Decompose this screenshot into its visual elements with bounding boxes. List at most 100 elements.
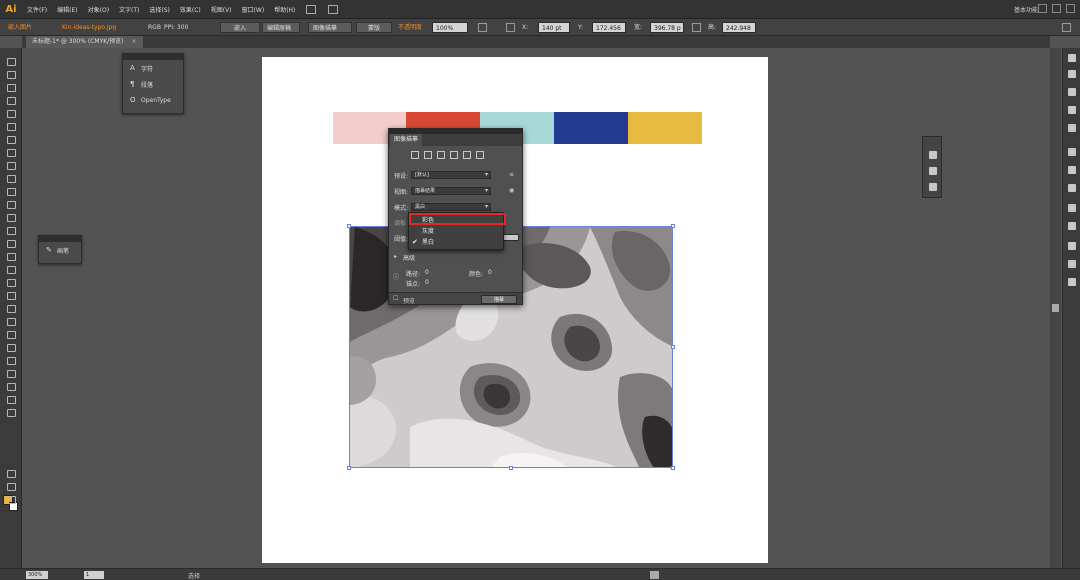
resize-handle-br[interactable]	[671, 466, 675, 470]
swatches-icon[interactable]	[1068, 88, 1076, 96]
zoom-tool-icon[interactable]	[5, 407, 17, 417]
embed-button[interactable]: 嵌入	[220, 22, 260, 33]
reference-point-icon[interactable]	[506, 23, 515, 32]
align-panel-icon[interactable]	[929, 151, 937, 159]
free-transform-tool-icon[interactable]	[5, 251, 17, 261]
artboards-icon[interactable]	[1068, 260, 1076, 268]
mask-button[interactable]: 蒙版	[356, 22, 392, 33]
brush-panel-row[interactable]: ✎ 画笔	[39, 242, 81, 258]
high-color-icon[interactable]	[424, 151, 432, 159]
rectangle-tool-icon[interactable]	[5, 147, 17, 157]
line-tool-icon[interactable]	[5, 134, 17, 144]
vertical-scrollbar[interactable]	[1050, 48, 1061, 568]
y-field[interactable]: 172.456	[592, 22, 626, 33]
document-tab[interactable]: 未标题-1* @ 300% (CMYK/预览) ×	[26, 36, 143, 48]
symbols-icon[interactable]	[1068, 124, 1076, 132]
preset-menu-icon[interactable]: ≡	[509, 171, 514, 178]
selection-tool-icon[interactable]	[5, 56, 17, 66]
menu-file[interactable]: 文件(F)	[22, 5, 52, 14]
mesh-tool-icon[interactable]	[5, 290, 17, 300]
transform-icon[interactable]	[929, 183, 937, 191]
perspective-grid-tool-icon[interactable]	[5, 277, 17, 287]
pen-tool-icon[interactable]	[5, 108, 17, 118]
resize-handle-rm[interactable]	[671, 345, 675, 349]
screen-mode-icon[interactable]	[5, 494, 17, 504]
scrollbar-thumb[interactable]	[1052, 304, 1059, 312]
symbol-sprayer-tool-icon[interactable]	[5, 342, 17, 352]
shape-builder-tool-icon[interactable]	[5, 264, 17, 274]
artboard-number-field[interactable]: 1	[84, 571, 104, 579]
auto-color-icon[interactable]	[411, 151, 419, 159]
horizontal-scrollbar-thumb[interactable]	[650, 571, 659, 579]
preset-select[interactable]: [默认]	[411, 171, 491, 179]
artboard-tool-icon[interactable]	[5, 368, 17, 378]
scale-tool-icon[interactable]	[5, 225, 17, 235]
align-icon[interactable]	[478, 23, 487, 32]
outline-icon[interactable]	[476, 151, 484, 159]
opacity-label[interactable]: 不透明度	[398, 22, 422, 33]
panel-tab[interactable]: 图像描摹	[390, 134, 423, 146]
maximize-icon[interactable]	[1052, 4, 1061, 13]
low-color-icon[interactable]	[437, 151, 445, 159]
blob-brush-tool-icon[interactable]	[5, 186, 17, 196]
mode-option-black-white[interactable]: ✔ 黑白	[409, 237, 503, 248]
opentype-panel-row[interactable]: O OpenType	[123, 92, 183, 108]
layers-icon[interactable]	[1068, 242, 1076, 250]
type-tool-icon[interactable]	[5, 121, 17, 131]
x-field[interactable]: 140 pt	[538, 22, 570, 33]
slice-tool-icon[interactable]	[5, 381, 17, 391]
resize-handle-bm[interactable]	[509, 466, 513, 470]
panel-menu-icon[interactable]	[1062, 23, 1071, 32]
image-trace-button[interactable]: 图像描摹	[308, 22, 352, 33]
advanced-toggle-icon[interactable]: ▸	[394, 253, 397, 260]
resize-handle-tr[interactable]	[671, 224, 675, 228]
pathfinder-icon[interactable]	[929, 167, 937, 175]
opacity-field[interactable]: 100%	[432, 22, 468, 33]
menu-window[interactable]: 窗口(W)	[237, 5, 270, 14]
mode-option-grayscale[interactable]: 灰度	[409, 226, 503, 237]
hand-tool-icon[interactable]	[5, 394, 17, 404]
minimize-icon[interactable]	[1038, 4, 1047, 13]
bridge-icon[interactable]	[306, 4, 317, 14]
mode-select[interactable]: 黑白	[411, 203, 491, 211]
menu-edit[interactable]: 编辑(E)	[52, 5, 82, 14]
width-field[interactable]: 396.78 p	[650, 22, 684, 33]
preview-checkbox[interactable]: ☐	[393, 295, 398, 302]
resize-handle-tl[interactable]	[347, 224, 351, 228]
grayscale-icon[interactable]	[450, 151, 458, 159]
eyedropper-tool-icon[interactable]	[5, 316, 17, 326]
paintbrush-tool-icon[interactable]	[5, 160, 17, 170]
gradient-tool-icon[interactable]	[5, 303, 17, 313]
brushes-icon[interactable]	[1068, 106, 1076, 114]
rotate-tool-icon[interactable]	[5, 212, 17, 222]
zoom-field[interactable]: 300%	[26, 571, 48, 579]
transparency-icon[interactable]	[1068, 184, 1076, 192]
panel-title-bar[interactable]: 图像描摹	[389, 129, 522, 146]
menu-type[interactable]: 文字(T)	[114, 5, 144, 14]
menu-select[interactable]: 选择(S)	[144, 5, 175, 14]
color-mode-icon[interactable]	[5, 468, 17, 478]
menu-help[interactable]: 帮助(H)	[269, 5, 300, 14]
draw-mode-icon[interactable]	[5, 481, 17, 491]
direct-selection-tool-icon[interactable]	[5, 69, 17, 79]
arrange-documents-icon[interactable]	[328, 4, 339, 14]
linked-filename[interactable]: Kin-ideas-typo.jpg	[62, 22, 116, 33]
menu-effect[interactable]: 效果(C)	[175, 5, 206, 14]
color-swatch-yellow[interactable]	[628, 112, 702, 144]
height-field[interactable]: 242.948	[722, 22, 756, 33]
view-select[interactable]: 描摹结果	[411, 187, 491, 195]
close-tab-icon[interactable]: ×	[132, 38, 137, 45]
color-swatch-navy[interactable]	[554, 112, 628, 144]
constrain-link-icon[interactable]	[692, 23, 701, 32]
eraser-tool-icon[interactable]	[5, 199, 17, 209]
graphic-styles-icon[interactable]	[1068, 222, 1076, 230]
appearance-icon[interactable]	[1068, 204, 1076, 212]
status-mode[interactable]: 选择	[188, 571, 200, 580]
column-graph-tool-icon[interactable]	[5, 355, 17, 365]
gradient-icon[interactable]	[1068, 166, 1076, 174]
color-guide-icon[interactable]	[1068, 70, 1076, 78]
trace-button[interactable]: 描摹	[481, 295, 517, 304]
character-panel-row[interactable]: A 字符	[123, 60, 183, 76]
pencil-tool-icon[interactable]	[5, 173, 17, 183]
close-window-icon[interactable]	[1066, 4, 1075, 13]
